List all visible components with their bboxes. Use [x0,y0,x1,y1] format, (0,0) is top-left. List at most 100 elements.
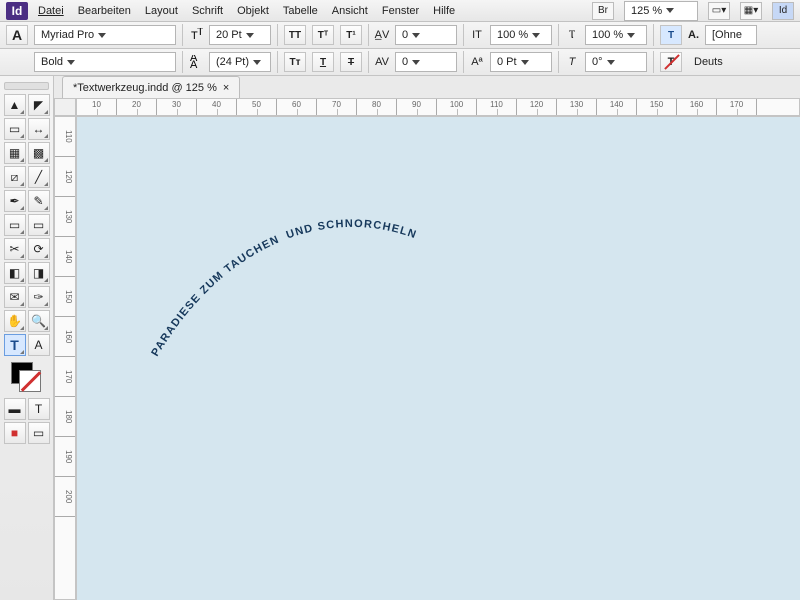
text-on-path[interactable]: PARADIESE ZUM TAUCHENUND SCHNORCHELN [117,157,800,517]
gap-tool[interactable]: ↔ [28,118,50,140]
chevron-down-icon [666,8,674,13]
apply-color-button[interactable]: ▬ [4,398,26,420]
gradient-swatch[interactable]: ◧ [4,262,26,284]
panel-grip[interactable] [4,82,49,90]
text-stroke-swatch[interactable]: T [660,52,682,72]
menu-tabelle[interactable]: Tabelle [283,5,318,17]
menu-objekt[interactable]: Objekt [237,5,269,17]
scissors-tool[interactable]: ✂ [4,238,26,260]
frame-tool[interactable]: ▭ [4,214,26,236]
ruler-tick: 130 [55,197,75,237]
canvas[interactable]: PARADIESE ZUM TAUCHENUND SCHNORCHELN [76,116,800,600]
formatting-a-tool[interactable]: A [28,334,50,356]
tracking-icon: AV [375,55,389,69]
ruler-tick: 110 [477,99,517,115]
view-mode-normal[interactable]: ■ [4,422,26,444]
baseline-icon: Aª [470,55,484,69]
skew-combo[interactable]: 0° [585,52,647,72]
smallcaps-button[interactable]: Tᵀ [312,25,334,45]
horizontal-ruler[interactable]: 1020304050607080901001101201301401501601… [76,98,800,116]
pencil-tool[interactable]: ✎ [28,190,50,212]
transform-tool[interactable]: ⟳ [28,238,50,260]
vscale-combo[interactable]: 100 % [490,25,552,45]
control-panel-row-2: Bold AA (24 Pt) Tᴛ T T AV 0 Aª 0 Pt T 0°… [0,49,800,76]
menu-layout[interactable]: Layout [145,5,178,17]
baseline-combo[interactable]: 0 Pt [490,52,552,72]
content-placer[interactable]: ▩ [28,142,50,164]
stroke-swatch[interactable] [19,370,41,392]
charstyle-label: A. [688,29,699,41]
text-fill-swatch[interactable]: T [660,25,682,45]
gradient-feather[interactable]: ◨ [28,262,50,284]
ruler-tick: 150 [55,277,75,317]
menu-schrift[interactable]: Schrift [192,5,223,17]
font-style-combo[interactable]: Bold [34,52,176,72]
tool-panel: ▲◤▭↔▦▩⧄╱✒✎▭▭✂⟳◧◨✉✑✋🔍 T A ▬ T ■ ▭ [0,76,54,600]
ruler-tick: 120 [517,99,557,115]
paragraph-mode-toggle[interactable]: A [6,25,28,45]
ruler-tick: 150 [637,99,677,115]
language-label: Deuts [694,56,723,68]
tracking-combo[interactable]: 0 [395,52,457,72]
ruler-tick: 90 [397,99,437,115]
superscript-button[interactable]: T¹ [340,25,362,45]
ruler-tick: 70 [317,99,357,115]
charstyle-combo[interactable]: [Ohne [705,25,757,45]
kerning-combo[interactable]: 0 [395,25,457,45]
bridge-button[interactable]: Br [592,2,614,20]
ruler-origin[interactable] [54,98,76,116]
rectangle-tool[interactable]: ▭ [28,214,50,236]
document-tab[interactable]: *Textwerkzeug.indd @ 125 % × [62,76,240,98]
note-tool[interactable]: ✉ [4,286,26,308]
svg-text:T: T [197,28,203,38]
underline-button[interactable]: T [312,52,334,72]
eyedropper-tool[interactable]: ✑ [28,286,50,308]
hscale-combo[interactable]: 100 % [585,25,647,45]
menu-ansicht[interactable]: Ansicht [332,5,368,17]
page-tool[interactable]: ▭ [4,118,26,140]
font-size-combo[interactable]: 20 Pt [209,25,271,45]
screen-mode-button[interactable]: ▭▾ [708,2,730,20]
pen-tool[interactable]: ✒ [4,190,26,212]
menu-bearbeiten[interactable]: Bearbeiten [78,5,131,17]
direct-selection-tool[interactable]: ◤ [28,94,50,116]
allcaps-button[interactable]: TT [284,25,306,45]
kerning-icon: A̲V [375,28,389,42]
chevron-down-icon [412,33,420,38]
font-size-icon: TT [189,28,203,42]
ruler-tick: 10 [77,99,117,115]
content-collector[interactable]: ▦ [4,142,26,164]
ruler-tick: 20 [117,99,157,115]
type-tool[interactable]: ⧄ [4,166,26,188]
strikethrough-button[interactable]: T [340,52,362,72]
menu-fenster[interactable]: Fenster [382,5,419,17]
ruler-tick: 180 [55,397,75,437]
vertical-ruler[interactable]: 110120130140150160170180190200 [54,116,76,600]
chevron-down-icon [521,60,529,65]
ruler-tick: 50 [237,99,277,115]
type-on-path-tool[interactable]: T [4,334,26,356]
view-mode-preview[interactable]: ▭ [28,422,50,444]
vscale-icon: IT [470,28,484,42]
chevron-down-icon [67,60,75,65]
selection-tool[interactable]: ▲ [4,94,26,116]
font-family-combo[interactable]: Myriad Pro [34,25,176,45]
workspace-button[interactable]: Id [772,2,794,20]
ruler-tick: 100 [437,99,477,115]
apply-none-button[interactable]: T [28,398,50,420]
ruler-tick: 60 [277,99,317,115]
zoom-tool[interactable]: 🔍 [28,310,50,332]
skew-icon: T [565,55,579,69]
hand-tool[interactable]: ✋ [4,310,26,332]
fill-stroke-swatch[interactable] [7,362,47,392]
menu-datei[interactable]: Datei [38,5,64,17]
editor-area: *Textwerkzeug.indd @ 125 % × 10203040506… [54,76,800,600]
zoom-combo[interactable]: 125 % [624,1,698,21]
svg-text:A: A [190,59,198,69]
leading-combo[interactable]: (24 Pt) [209,52,271,72]
line-tool[interactable]: ╱ [28,166,50,188]
close-icon[interactable]: × [223,82,229,94]
menu-hilfe[interactable]: Hilfe [433,5,455,17]
subscript-button[interactable]: Tᴛ [284,52,306,72]
arrange-button[interactable]: ▦▾ [740,2,762,20]
